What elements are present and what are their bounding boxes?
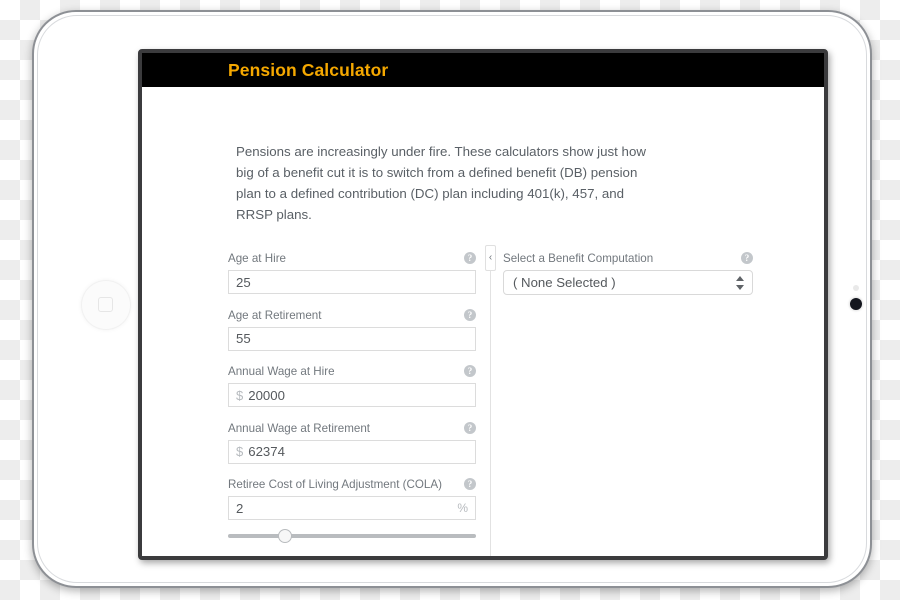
- field-label-age-at-hire: Age at Hire: [228, 252, 286, 265]
- input-value-annual-wage-at-hire: 20000: [248, 387, 285, 403]
- input-annual-wage-at-retirement[interactable]: $ 62374: [228, 439, 476, 464]
- intro-paragraph: Pensions are increasingly under fire. Th…: [236, 144, 646, 222]
- field-annual-wage-at-retirement: Annual Wage at Retirement ? $ 62374: [228, 421, 476, 464]
- field-age-at-retirement: Age at Retirement ? 55: [228, 308, 476, 351]
- app-titlebar: Pension Calculator: [142, 53, 824, 87]
- tablet-screen: Pension Calculator Pensions are increasi…: [138, 49, 828, 560]
- input-value-age-at-hire: 25: [236, 274, 251, 290]
- field-benefit-computation: Select a Benefit Computation ? ( None Se…: [503, 252, 753, 295]
- input-age-at-hire[interactable]: 25: [228, 270, 476, 294]
- help-icon-age-at-retirement[interactable]: ?: [464, 308, 476, 321]
- select-benefit-computation[interactable]: ( None Selected ): [503, 270, 753, 295]
- field-label-annual-wage-at-hire: Annual Wage at Hire: [228, 365, 335, 378]
- field-label-age-at-retirement: Age at Retirement: [228, 308, 322, 322]
- help-icon-age-at-hire[interactable]: ?: [464, 252, 476, 264]
- currency-prefix-hire: $: [236, 387, 244, 403]
- help-icon-annual-wage-at-retirement[interactable]: ?: [464, 421, 476, 434]
- currency-prefix-retirement: $: [236, 444, 244, 459]
- tablet-device: Pension Calculator Pensions are increasi…: [32, 10, 872, 588]
- cola-slider[interactable]: [228, 529, 476, 543]
- front-camera: [850, 298, 862, 310]
- select-value-benefit-computation: ( None Selected ): [513, 275, 616, 290]
- ambient-light-sensor: [853, 285, 859, 291]
- cola-slider-track[interactable]: [228, 534, 476, 538]
- help-icon-cola[interactable]: ?: [464, 478, 476, 490]
- help-icon-benefit-computation[interactable]: ?: [741, 252, 753, 264]
- percent-suffix-cola: %: [457, 501, 468, 515]
- app-title: Pension Calculator: [228, 60, 389, 80]
- field-age-at-hire: Age at Hire ? 25: [228, 252, 476, 294]
- input-value-age-at-retirement: 55: [236, 331, 251, 346]
- column-divider: [490, 245, 491, 556]
- inputs-column: Age at Hire ? 25 Age at Retirement ? 55 …: [228, 252, 476, 556]
- field-cola: Retiree Cost of Living Adjustment (COLA)…: [228, 478, 476, 543]
- benefit-column: Select a Benefit Computation ? ( None Se…: [503, 252, 753, 310]
- field-label-cola: Retiree Cost of Living Adjustment (COLA): [228, 478, 442, 491]
- input-annual-wage-at-hire[interactable]: $ 20000: [228, 383, 476, 407]
- help-icon-annual-wage-at-hire[interactable]: ?: [464, 365, 476, 377]
- cola-slider-thumb[interactable]: [278, 529, 293, 543]
- collapse-panel-button[interactable]: ‹: [485, 245, 496, 271]
- field-annual-wage-at-hire: Annual Wage at Hire ? $ 20000: [228, 365, 476, 407]
- input-cola[interactable]: 2 %: [228, 496, 476, 520]
- field-label-benefit-computation: Select a Benefit Computation: [503, 252, 654, 265]
- home-button[interactable]: [81, 280, 131, 330]
- page-content: Pensions are increasingly under fire. Th…: [142, 87, 824, 556]
- input-value-annual-wage-at-retirement: 62374: [248, 444, 285, 459]
- input-value-cola: 2: [236, 500, 244, 516]
- input-age-at-retirement[interactable]: 55: [228, 326, 476, 351]
- stepper-arrows-icon[interactable]: [736, 275, 745, 291]
- field-label-annual-wage-at-retirement: Annual Wage at Retirement: [228, 421, 370, 435]
